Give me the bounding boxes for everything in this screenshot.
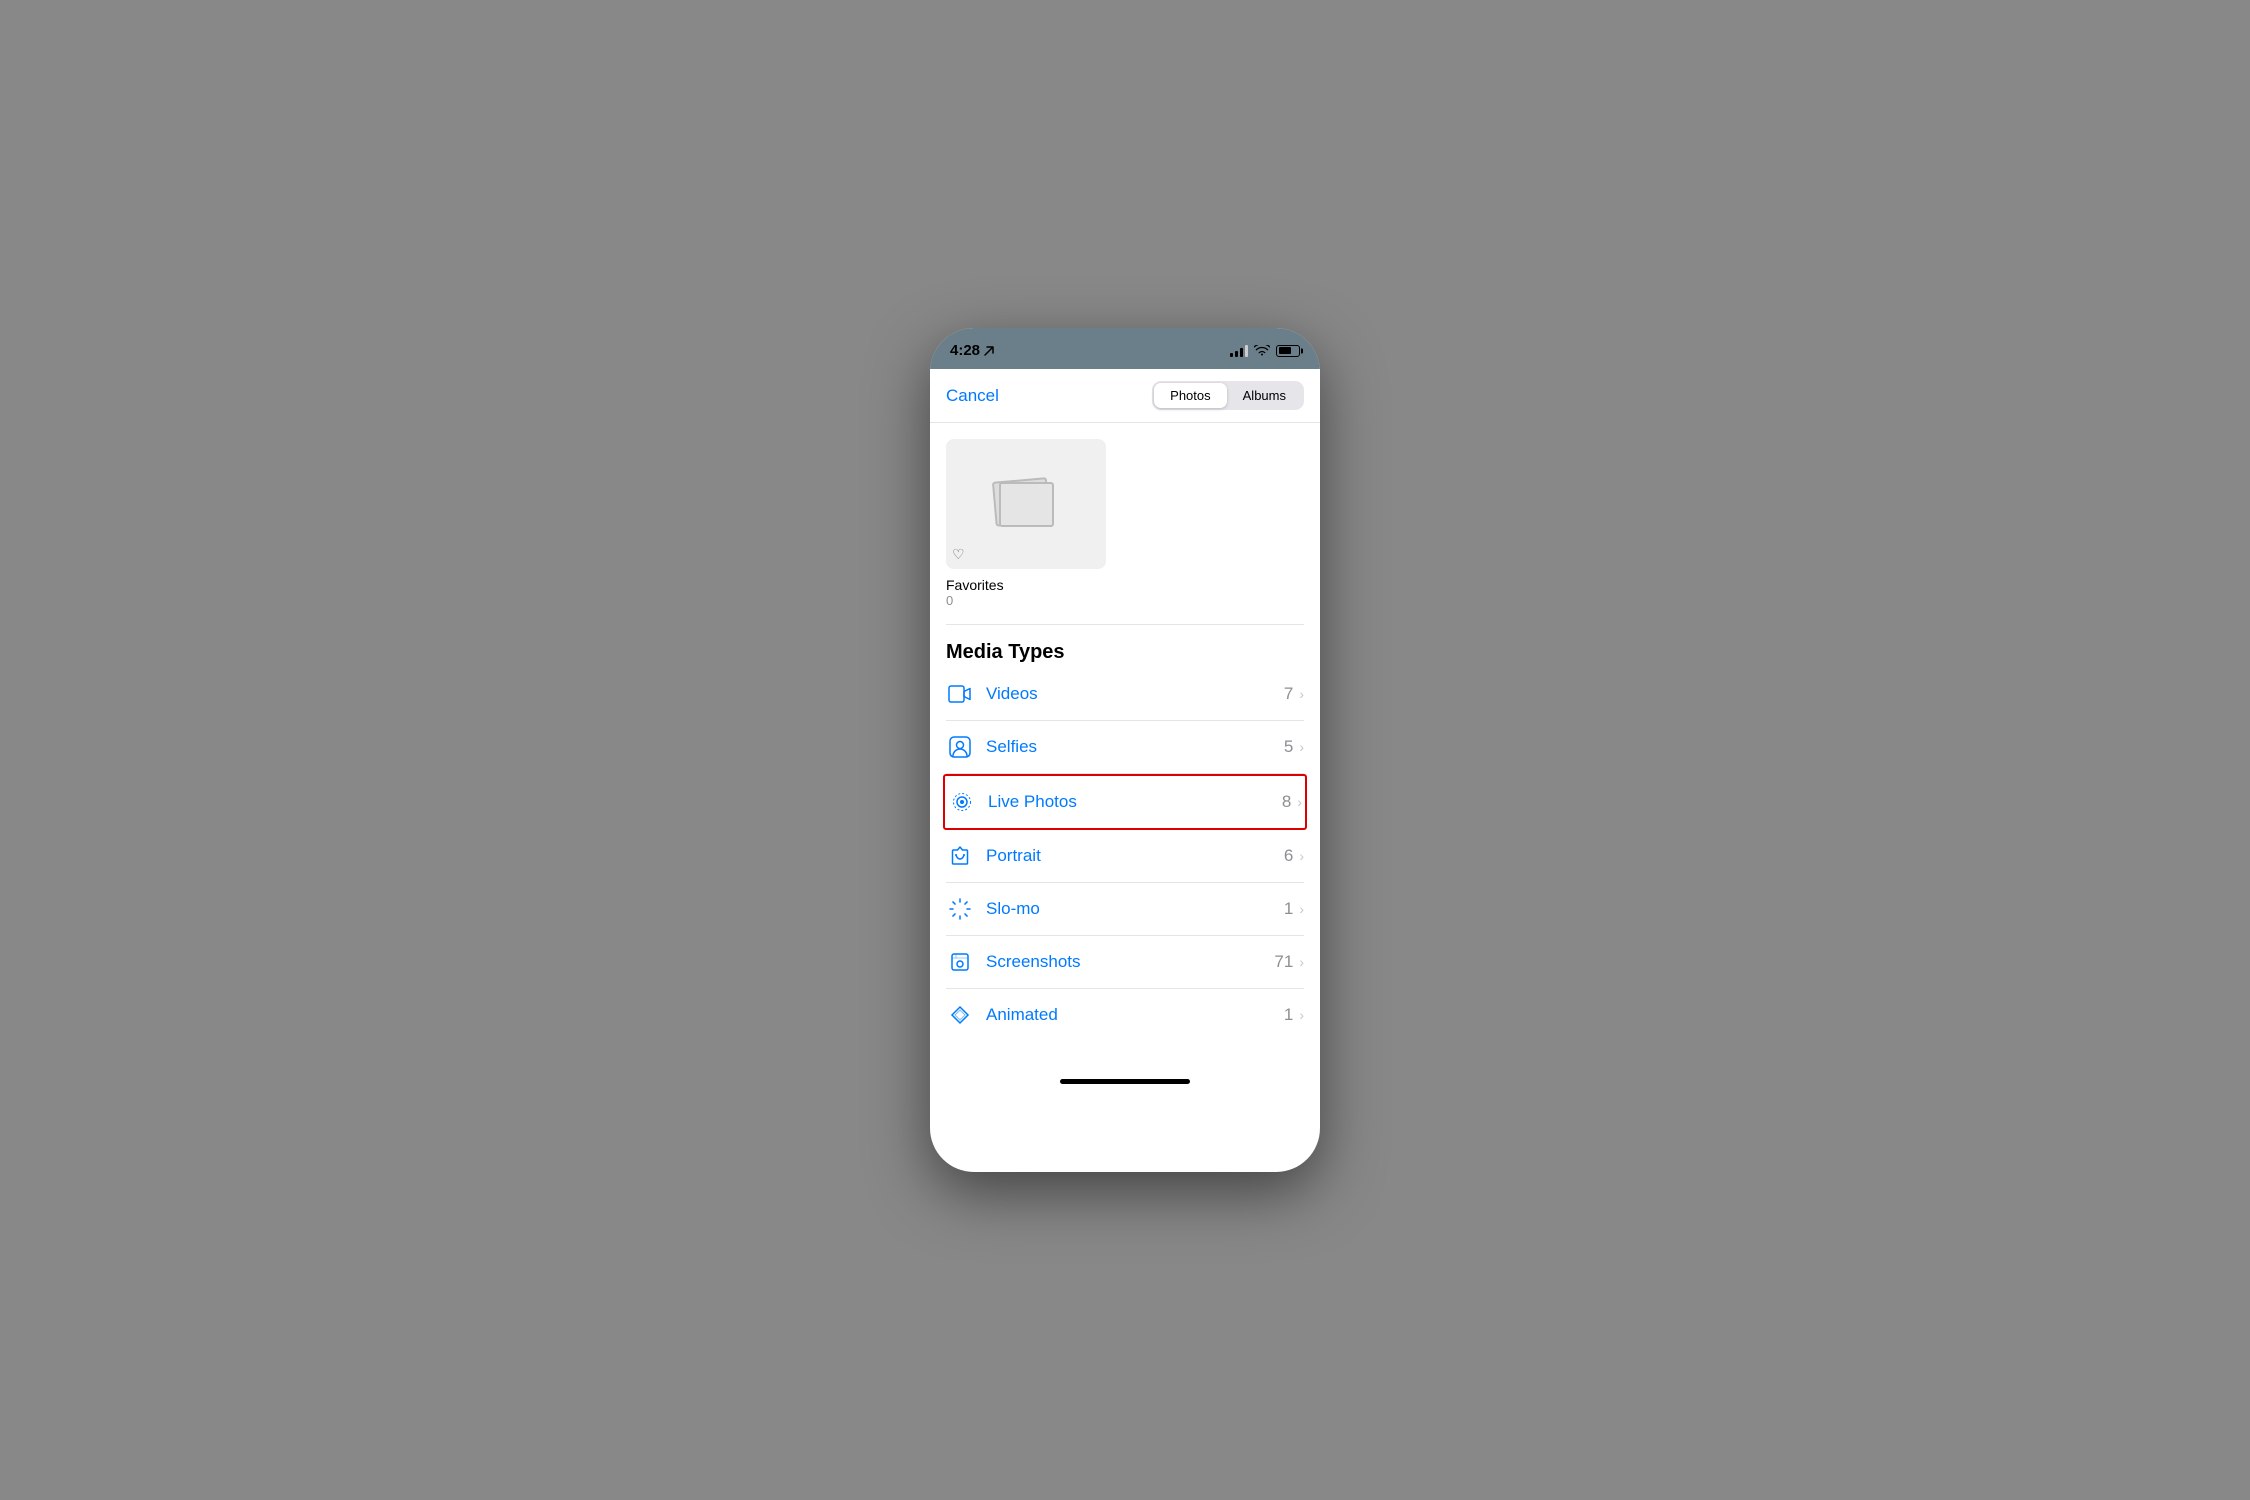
status-time: 4:28 (950, 342, 994, 359)
animated-chevron: › (1299, 1007, 1304, 1023)
time-display: 4:28 (950, 342, 980, 359)
slo-mo-label: Slo-mo (986, 899, 1284, 919)
segment-control: Photos Albums (1152, 381, 1304, 410)
heart-icon: ♡ (952, 546, 965, 563)
animated-label: Animated (986, 1005, 1284, 1025)
list-item-animated[interactable]: Animated 1 › (946, 989, 1304, 1041)
videos-label: Videos (986, 684, 1284, 704)
tab-photos[interactable]: Photos (1154, 383, 1226, 408)
status-bar: 4:28 (930, 328, 1320, 369)
screenshots-chevron: › (1299, 954, 1304, 970)
media-types-title: Media Types (946, 641, 1304, 664)
screenshots-count: 71 (1274, 952, 1293, 972)
slo-mo-count: 1 (1284, 899, 1293, 919)
stacked-photo-front (999, 482, 1054, 527)
animated-icon (946, 1001, 974, 1029)
screenshots-icon (946, 948, 974, 976)
content-area: ♡ Favorites 0 Media Types Videos 7 › (930, 423, 1320, 1071)
slo-mo-chevron: › (1299, 901, 1304, 917)
home-bar (1060, 1079, 1190, 1084)
wifi-icon (1254, 345, 1270, 357)
portrait-icon (946, 842, 974, 870)
videos-count: 7 (1284, 684, 1293, 704)
live-photos-count: 8 (1282, 792, 1291, 812)
list-item-selfies[interactable]: Selfies 5 › (946, 721, 1304, 774)
videos-icon (946, 680, 974, 708)
list-item-videos[interactable]: Videos 7 › (946, 668, 1304, 721)
favorites-section: ♡ Favorites 0 (930, 423, 1320, 608)
live-photos-label: Live Photos (988, 792, 1282, 812)
tab-albums[interactable]: Albums (1227, 383, 1302, 408)
status-icons (1230, 345, 1300, 357)
favorites-label: Favorites (946, 577, 1304, 593)
selfies-label: Selfies (986, 737, 1284, 757)
animated-count: 1 (1284, 1005, 1293, 1025)
selfies-count: 5 (1284, 737, 1293, 757)
portrait-chevron: › (1299, 848, 1304, 864)
portrait-count: 6 (1284, 846, 1293, 866)
signal-icon (1230, 345, 1248, 357)
selfies-icon (946, 733, 974, 761)
list-item-portrait[interactable]: Portrait 6 › (946, 830, 1304, 883)
home-indicator (930, 1071, 1320, 1104)
screenshots-label: Screenshots (986, 952, 1274, 972)
phone-frame: 4:28 (930, 328, 1320, 1172)
list-item-live-photos[interactable]: Live Photos 8 › (943, 774, 1307, 830)
videos-chevron: › (1299, 686, 1304, 702)
list-item-slo-mo[interactable]: Slo-mo 1 › (946, 883, 1304, 936)
media-types-section: Media Types Videos 7 › (930, 625, 1320, 1041)
live-photos-icon (948, 788, 976, 816)
favorites-count: 0 (946, 593, 1304, 608)
live-photos-chevron: › (1297, 794, 1302, 810)
portrait-label: Portrait (986, 846, 1284, 866)
slo-mo-icon (946, 895, 974, 923)
favorites-album-thumb[interactable]: ♡ (946, 439, 1106, 569)
location-arrow-icon (984, 346, 994, 356)
battery-icon (1276, 345, 1300, 357)
cancel-button[interactable]: Cancel (946, 386, 999, 406)
selfies-chevron: › (1299, 739, 1304, 755)
list-item-screenshots[interactable]: Screenshots 71 › (946, 936, 1304, 989)
nav-bar: Cancel Photos Albums (930, 369, 1320, 423)
